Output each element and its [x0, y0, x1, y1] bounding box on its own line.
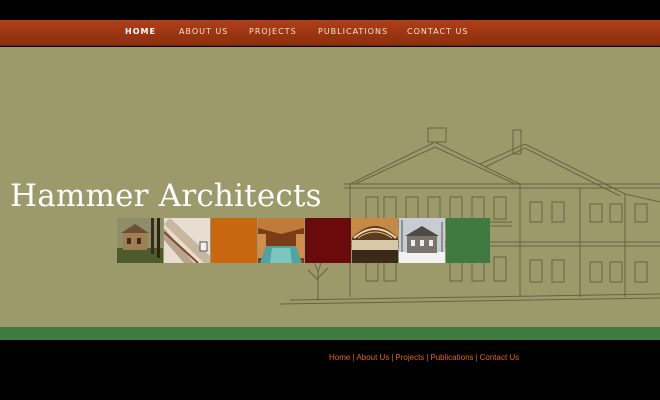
- footer-separator: |: [352, 353, 355, 362]
- color-tile-green: [446, 218, 490, 263]
- project-thumb-indoor-pool[interactable]: [258, 218, 304, 263]
- main-nav: HOME ABOUT US PROJECTS PUBLICATIONS CONT…: [0, 20, 660, 46]
- footer-separator: |: [391, 353, 394, 362]
- nav-projects[interactable]: PROJECTS: [249, 27, 297, 36]
- nav-home[interactable]: HOME: [125, 27, 156, 36]
- color-tile-dark-red: [305, 218, 351, 263]
- color-tile-orange: [211, 218, 257, 263]
- project-thumb-staircase[interactable]: [164, 218, 210, 263]
- project-thumb-vaulted-interior[interactable]: [352, 218, 398, 263]
- footer-link-about-us[interactable]: About Us: [356, 353, 389, 362]
- nav-about-us[interactable]: ABOUT US: [179, 27, 228, 36]
- hero-title: Hammer Architects: [10, 178, 322, 214]
- footer-link-contact-us[interactable]: Contact Us: [480, 353, 520, 362]
- hero-banner: Hammer Architects: [0, 47, 660, 327]
- footer-links: Home | About Us | Projects | Publications | Cont…: [329, 353, 519, 362]
- green-divider-bar: [0, 327, 660, 340]
- footer-link-publications[interactable]: Publications: [430, 353, 473, 362]
- nav-contact-us[interactable]: CONTACT US: [407, 27, 468, 36]
- project-thumb-house-in-snow[interactable]: [399, 218, 445, 263]
- footer: Home | About Us | Projects | Publications | Cont…: [0, 340, 660, 400]
- building-sketch-drawing: [280, 127, 660, 305]
- footer-link-home[interactable]: Home: [329, 353, 350, 362]
- nav-publications[interactable]: PUBLICATIONS: [318, 27, 388, 36]
- footer-link-projects[interactable]: Projects: [395, 353, 424, 362]
- top-black-bar: [0, 0, 660, 20]
- footer-separator: |: [475, 353, 478, 362]
- project-thumb-building-exterior[interactable]: [117, 218, 163, 263]
- footer-separator: |: [426, 353, 429, 362]
